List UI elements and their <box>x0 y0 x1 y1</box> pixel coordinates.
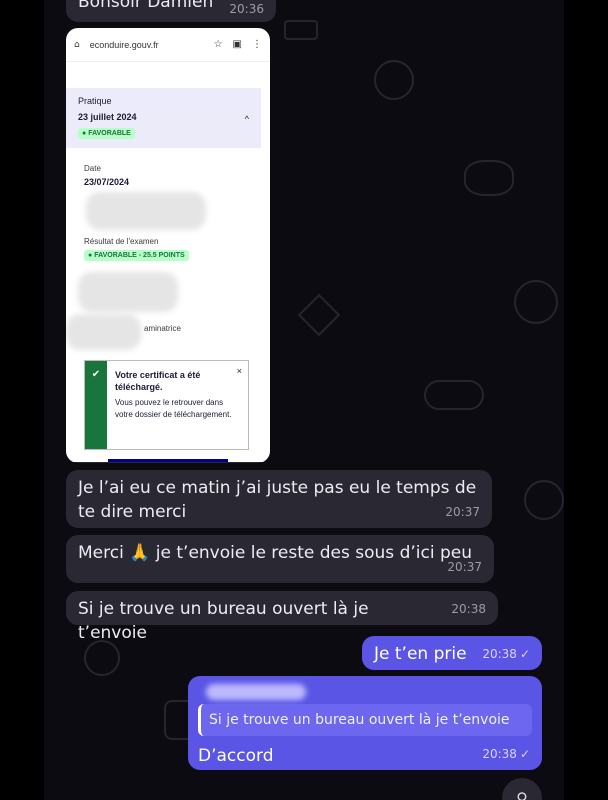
redacted-block <box>66 314 141 350</box>
doodle-ball <box>514 280 558 324</box>
doodle-circle <box>374 60 414 100</box>
reply-quote[interactable]: Si je trouve un bureau ouvert là je t’en… <box>198 704 532 736</box>
message-time: 20:36 <box>229 2 264 16</box>
message-bubble-outgoing[interactable]: Je t’en prie 20:38 ✓ <box>362 636 542 670</box>
date-value: 23/07/2024 <box>84 177 130 187</box>
message-time: 20:38 ✓ <box>482 747 530 761</box>
message-text: Je l’ai eu ce matin j’ai juste pas eu le… <box>78 478 477 522</box>
message-bubble-incoming[interactable]: Je l’ai eu ce matin j’ai juste pas eu le… <box>66 470 492 528</box>
browser-address-bar: ⌂ econduire.gouv.fr ☆ ▣ ⋮ <box>66 28 270 62</box>
doodle-cloud <box>424 380 484 410</box>
doodle-face <box>84 640 120 676</box>
message-bubble-outgoing[interactable]: Si je trouve un bureau ouvert là je t’en… <box>188 676 542 770</box>
left-margin <box>0 0 44 800</box>
check-circle-icon: ✔ <box>85 361 107 449</box>
message-time: 20:38 ✓ <box>482 647 530 661</box>
screenshot-message[interactable]: ⌂ econduire.gouv.fr ☆ ▣ ⋮ Pratique 23 ju… <box>66 28 270 463</box>
doodle-envelope <box>284 20 318 40</box>
examiner-label: aminatrice <box>144 324 181 333</box>
date-label: Date <box>84 164 101 173</box>
read-check-icon: ✓ <box>519 647 530 661</box>
result-badge: FAVORABLE - 25.5 POINTS <box>84 250 189 261</box>
redacted-reply-sender <box>206 684 306 700</box>
message-time: 20:36 <box>221 437 256 451</box>
message-time: 20:37 <box>445 505 480 519</box>
accordion-pratique: Pratique 23 juillet 2024 FAVORABLE ^ <box>66 88 261 148</box>
accordion-label: Pratique <box>78 96 112 106</box>
redacted-block <box>86 192 206 230</box>
status-badge: FAVORABLE <box>78 128 135 139</box>
primary-button-edge <box>108 459 228 462</box>
star-icon: ☆ <box>213 39 223 50</box>
doodle-planet <box>524 480 564 520</box>
webpage: Pratique 23 juillet 2024 FAVORABLE ^ Dat… <box>66 62 270 462</box>
chevron-up-icon: ^ <box>244 114 249 124</box>
reply-quote-text: Si je trouve un bureau ouvert là je t’en… <box>209 712 510 728</box>
right-margin <box>564 0 608 800</box>
menu-icon: ⋮ <box>252 39 262 50</box>
url-text: econduire.gouv.fr <box>89 39 159 50</box>
home-icon: ⌂ <box>74 39 80 50</box>
message-bubble-incoming[interactable]: Bonsoir Damien 20:36 <box>66 0 276 22</box>
message-time: 20:37 <box>447 560 482 574</box>
redacted-block <box>78 272 178 312</box>
accordion-date: 23 juillet 2024 <box>78 112 137 122</box>
close-icon: × <box>236 366 242 376</box>
doodle-blob <box>464 160 514 196</box>
message-bubble-incoming[interactable]: Merci 🙏 je t’envoie le reste des sous d’… <box>66 535 494 583</box>
message-text: Merci 🙏 je t’envoie le reste des sous d’… <box>78 543 472 563</box>
toast-title: Votre certificat a été téléchargé. <box>115 370 201 392</box>
message-bubble-incoming[interactable]: Si je trouve un bureau ouvert là je t’en… <box>66 591 498 643</box>
message-text: Bonsoir Damien <box>78 0 214 12</box>
doodle-diamond <box>297 293 341 337</box>
tabs-icon: ▣ <box>232 39 242 50</box>
message-time: 20:38 <box>451 602 486 616</box>
read-check-icon: ✓ <box>519 747 530 761</box>
result-label: Résultat de l'examen <box>84 237 159 246</box>
toast-body: Vous pouvez le retrouver dans votre doss… <box>115 398 232 419</box>
